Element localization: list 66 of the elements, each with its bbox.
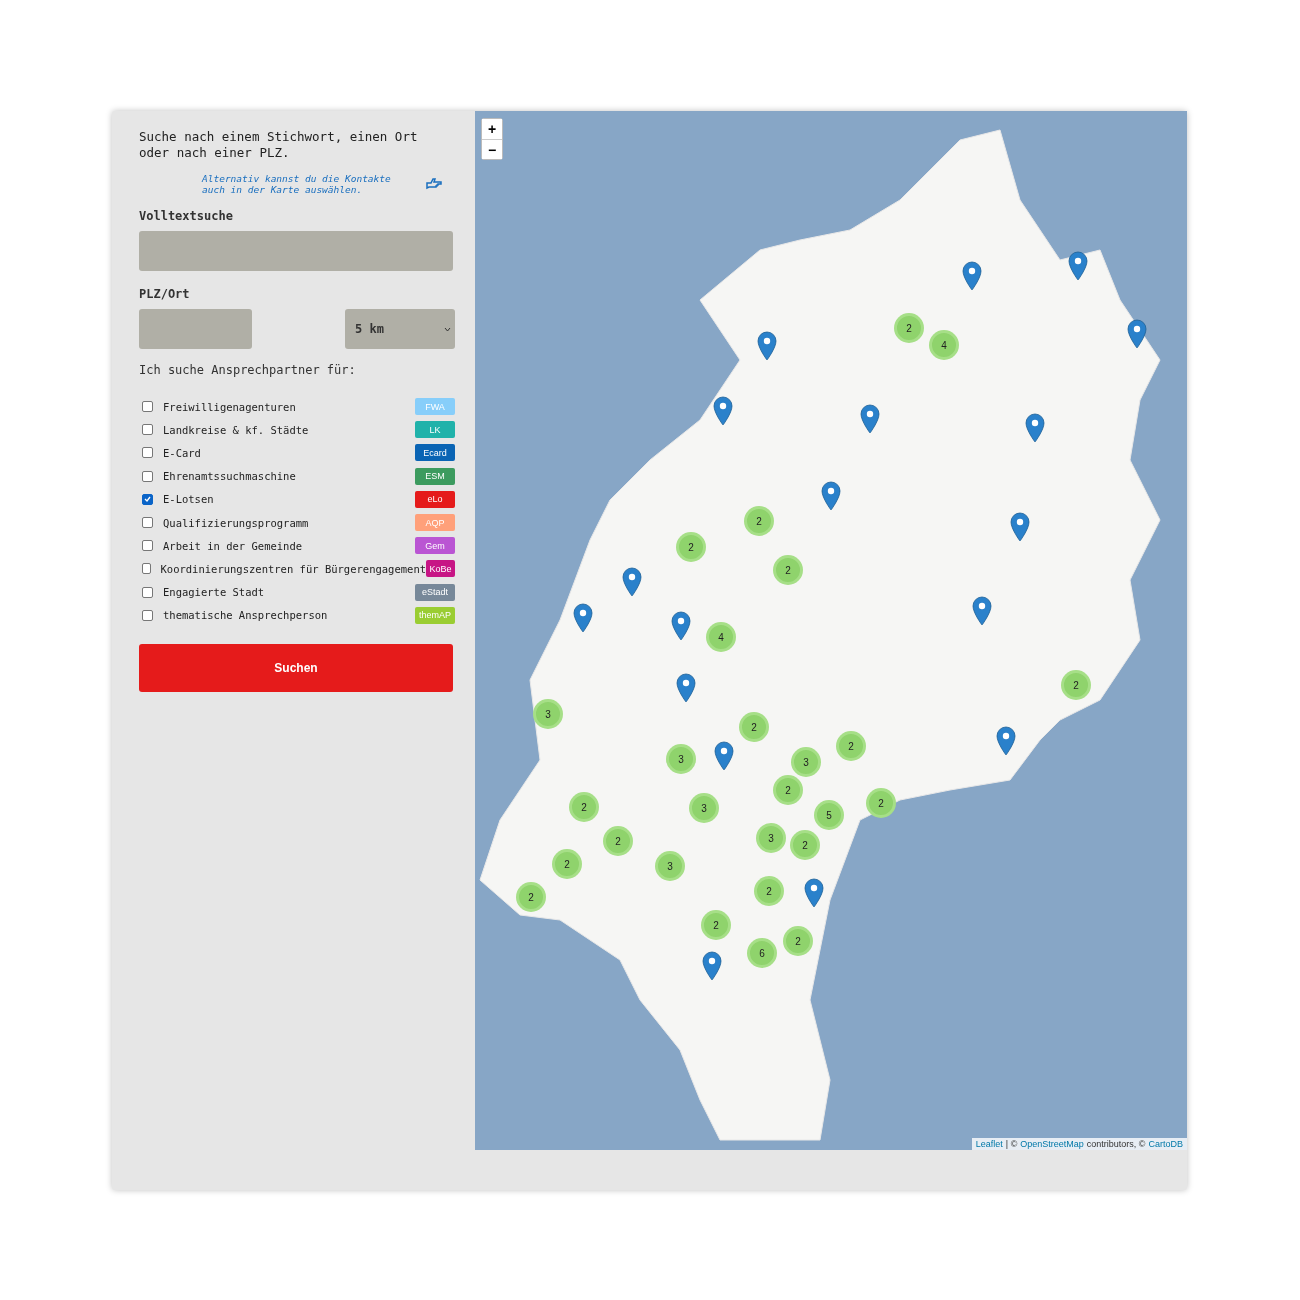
map-pin-icon[interactable] [821,481,841,511]
category-tag: eLo [415,490,455,508]
filter-label: E-Lotsen [163,493,215,506]
category-tag: ESM [415,467,455,485]
filter-label: E-Card [163,446,202,459]
filter-label: Arbeit in der Gemeinde [163,539,304,552]
filter-label: thematische Ansprechperson [163,609,329,622]
map-pin-icon[interactable] [622,567,642,597]
map-pin-icon[interactable] [671,611,691,641]
category-tag: LK [415,421,455,439]
map-pin-icon[interactable] [1025,413,1045,443]
checkbox[interactable] [142,470,153,482]
filter-heading: Ich suche Ansprechpartner für: [139,363,357,377]
map-pin-icon[interactable] [1127,319,1147,349]
category-tag: Gem [415,537,455,555]
map-pin-icon[interactable] [972,596,992,626]
pointing-hand-icon [426,178,442,190]
map-pin-icon[interactable] [713,396,733,426]
checkbox[interactable] [142,447,153,459]
search-button[interactable]: Suchen [139,643,453,692]
field-label: PLZ/Ort [139,287,191,301]
chevron-down-icon [444,326,451,332]
attribution-link[interactable]: OpenStreetMap [1020,1139,1084,1149]
filter-label: Ehrenamtssuchmaschine [163,470,297,483]
zoom-out-button[interactable]: − [482,139,502,159]
filter-label: Freiwilligenagenturen [163,400,297,413]
map-pin-icon[interactable] [962,261,982,291]
checkbox[interactable] [142,609,153,621]
category-tag: AQP [415,514,455,532]
map-pin-icon[interactable] [860,404,880,434]
checkbox[interactable] [142,424,153,436]
checkbox[interactable] [142,540,153,552]
map-pin-icon[interactable] [714,741,734,771]
filter-label: Koordinierungszentren für Bürgerengagement [160,562,427,575]
postcode-input-field[interactable] [139,309,252,349]
checkbox[interactable] [142,493,153,505]
attribution-link[interactable]: CartoDB [1148,1139,1183,1149]
checkbox[interactable] [142,517,153,529]
checkbox[interactable] [142,563,151,575]
checkbox[interactable] [142,586,153,598]
filter-label: Engagierte Stadt [163,586,266,599]
map-pin-icon[interactable] [757,331,777,361]
map-pin-icon[interactable] [804,878,824,908]
attribution-text: | © [1005,1139,1018,1149]
checkbox[interactable] [142,401,153,413]
fulltext-input-field[interactable] [139,231,453,271]
category-tag: KoBe [426,560,455,578]
filter-label: Qualifizierungsprogramm [163,516,310,529]
map-pin-icon[interactable] [1068,251,1088,281]
map-view[interactable]: + − 2 4 2 2 2 4 2 3 2 3 3 2 2 2 3 5 2 2 3 2 2 3 2 2 2 2 6 Leaflet | © OpenStreetMap contributors, © CartoDB [475,111,1187,1150]
category-tag: eStadt [415,583,455,601]
attribution-link[interactable]: Leaflet [975,1139,1003,1149]
radius-select[interactable]: 5 km [345,309,455,349]
map-pin-icon[interactable] [573,603,593,633]
hint-text: Alternativ kannst du die Kontakte auch in der Karte auswählen. [202,173,392,195]
intro-text: Suche nach einem Stichwort, einen Ort oder nach einer PLZ. [139,129,419,161]
map-pin-icon[interactable] [996,726,1016,756]
map-pin-icon[interactable] [676,673,696,703]
category-tag: FWA [415,398,455,416]
map-pin-icon[interactable] [702,951,722,981]
filter-label: Landkreise & kf. Städte [163,423,310,436]
category-tag: Ecard [415,444,455,462]
map-pin-icon[interactable] [1010,512,1030,542]
category-tag: themAP [415,606,455,624]
attribution-text: contributors, © [1086,1139,1146,1149]
field-label: Volltextsuche [139,209,234,223]
